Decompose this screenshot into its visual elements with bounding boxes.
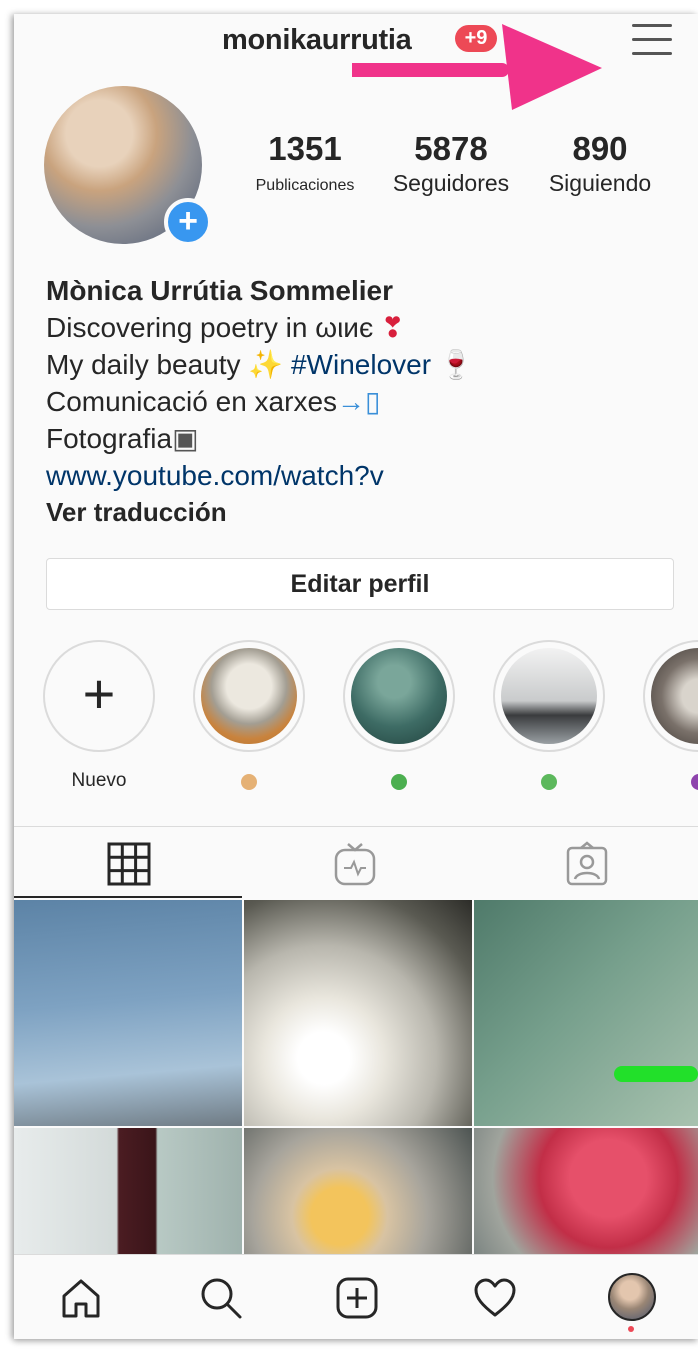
post-thumbnail[interactable] (14, 900, 242, 1126)
bio-line-text: Fotografia (46, 423, 173, 454)
stat-followers-label: Seguidores (392, 170, 510, 196)
new-post-icon[interactable] (334, 1275, 380, 1321)
bio-line-text: Comunicació en xarxes (46, 386, 338, 417)
highlight-label (190, 770, 308, 794)
camera-emoji-icon: ▣ (172, 423, 199, 454)
stat-posts-value: 1351 (268, 130, 342, 167)
highlight-item[interactable] (340, 640, 458, 794)
post-thumbnail[interactable] (244, 900, 472, 1126)
stat-posts[interactable]: 1351 Publicaciones (240, 130, 370, 195)
highlight-new[interactable]: + Nuevo (40, 640, 158, 794)
hashtag-link[interactable]: #Winelover (291, 349, 431, 380)
highlight-cover (201, 648, 297, 744)
profile-avatar-icon[interactable] (608, 1273, 656, 1321)
wine-glass-emoji-icon: 🍷 (438, 349, 474, 380)
phone-screen: monikaurrutia +9 + 1351 Publicaciones 58… (14, 14, 698, 1339)
add-story-icon[interactable]: + (164, 198, 212, 246)
stat-followers[interactable]: 5878 Seguidores (384, 130, 518, 197)
post-thumbnail[interactable] (474, 900, 698, 1126)
bio-line-text: My daily beauty (46, 349, 249, 380)
highlight-ring (493, 640, 605, 752)
highlight-cover (651, 648, 698, 744)
new-highlight-ring: + (43, 640, 155, 752)
island-emoji-icon (391, 774, 407, 790)
highlight-label (340, 770, 458, 794)
grid-view-icon[interactable] (106, 841, 152, 887)
bio-line: Discovering poetry in ωιиє ❣ (46, 309, 686, 346)
phone-emoji-icon: →▯ (337, 386, 381, 417)
dog-emoji-icon (241, 774, 257, 790)
home-icon[interactable] (58, 1275, 104, 1321)
stat-following-value: 890 (572, 130, 628, 167)
see-translation-link[interactable]: Ver traducción (46, 494, 686, 531)
post-thumbnail[interactable] (244, 1128, 472, 1254)
bio-website-link[interactable]: www.youtube.com/watch?v (46, 457, 686, 494)
highlight-label: Nuevo (71, 770, 127, 791)
highlight-label (640, 770, 698, 794)
edit-profile-button[interactable]: Editar perfil (46, 558, 674, 610)
highlight-ring (343, 640, 455, 752)
stat-following-label: Siguiendo (548, 170, 652, 196)
plus-icon: + (82, 662, 116, 725)
stat-followers-value: 5878 (414, 130, 488, 167)
post-thumbnail[interactable] (14, 1128, 242, 1254)
tagged-photos-icon[interactable] (564, 841, 610, 887)
highlight-item[interactable] (640, 640, 698, 794)
igtv-icon[interactable] (332, 841, 378, 887)
annotation-arrow (352, 24, 602, 110)
annotation-marker (614, 1066, 698, 1082)
bio-line-text: Discovering poetry in ωιиє (46, 312, 374, 343)
stat-posts-label: Publicaciones (255, 177, 355, 194)
bio-line: My daily beauty ✨ #Winelover 🍷 (46, 346, 686, 383)
highlight-item[interactable] (490, 640, 608, 794)
heart-icon[interactable] (472, 1275, 518, 1321)
hamburger-menu-icon[interactable] (632, 24, 672, 58)
sparkles-emoji-icon: ✨ (248, 349, 284, 380)
profile-tabs (14, 826, 698, 901)
bio-line: Fotografia▣ (46, 420, 686, 457)
emoji-icon (691, 774, 698, 790)
highlight-cover (501, 648, 597, 744)
notification-dot (628, 1326, 634, 1332)
stat-following[interactable]: 890 Siguiendo (530, 130, 670, 197)
heart-emoji-icon: ❣ (381, 312, 405, 343)
bio-line: Comunicació en xarxes→▯ (46, 383, 686, 420)
leaf-emoji-icon (541, 774, 557, 790)
highlight-ring (643, 640, 698, 752)
bottom-navigation (14, 1254, 698, 1339)
active-tab-indicator (14, 896, 242, 898)
search-icon[interactable] (198, 1275, 244, 1321)
profile-full-name: Mònica Urrútia Sommelier (46, 275, 393, 306)
highlight-item[interactable] (190, 640, 308, 794)
highlight-ring (193, 640, 305, 752)
highlight-cover (351, 648, 447, 744)
profile-bio: Mònica Urrútia Sommelier Discovering poe… (46, 272, 686, 531)
post-thumbnail[interactable] (474, 1128, 698, 1254)
highlight-label (490, 770, 608, 794)
